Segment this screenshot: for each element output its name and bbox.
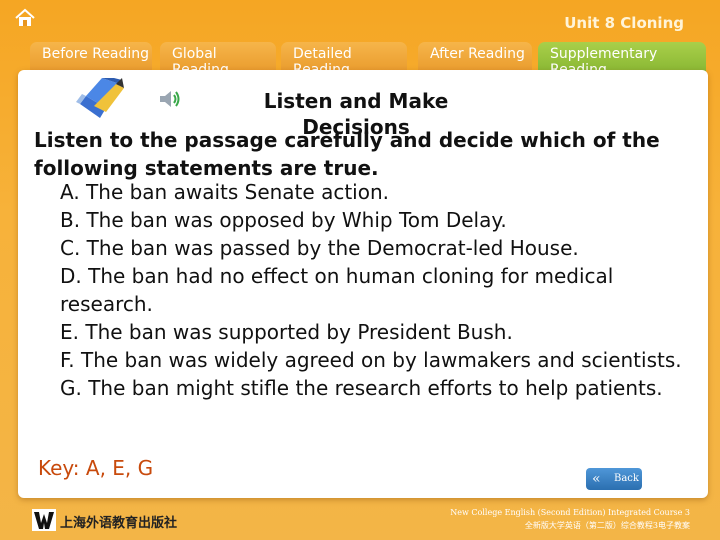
answer-key: Key: A, E, G [38,456,154,480]
statement-a: A. The ban awaits Senate action. [60,180,389,204]
statement-f: F. The ban was widely agreed on by lawma… [60,348,682,372]
course-info: New College English (Second Edition) Int… [450,506,690,532]
instruction-text: Listen to the passage carefully and deci… [34,128,660,180]
speaker-icon[interactable] [158,88,182,110]
statement-d: D. The ban had no effect on human clonin… [60,264,614,316]
statement-g: G. The ban might stifle the research eff… [60,376,663,400]
content-panel: Listen and Make Decisions Listen to the … [18,70,708,498]
publisher-name: 上海外语教育出版社 [60,516,178,531]
statement-e: E. The ban was supported by President Bu… [60,320,513,344]
publisher-logo [32,509,56,531]
home-icon[interactable] [14,8,36,28]
back-button[interactable]: « Back [586,468,642,490]
statement-b: B. The ban was opposed by Whip Tom Delay… [60,208,507,232]
course-title-en: New College English (Second Edition) Int… [450,508,690,517]
unit-title: Unit 8 Cloning [564,14,684,32]
statement-c: C. The ban was passed by the Democrat-le… [60,236,579,260]
statement-list: A. The ban awaits Senate action. B. The … [60,178,700,402]
pencil-icon [76,78,124,118]
double-chevron-left-icon: « [592,471,601,487]
back-label: Back [614,473,639,484]
course-title-cn: 全新版大学英语（第二版）综合教程3电子教案 [524,521,690,530]
